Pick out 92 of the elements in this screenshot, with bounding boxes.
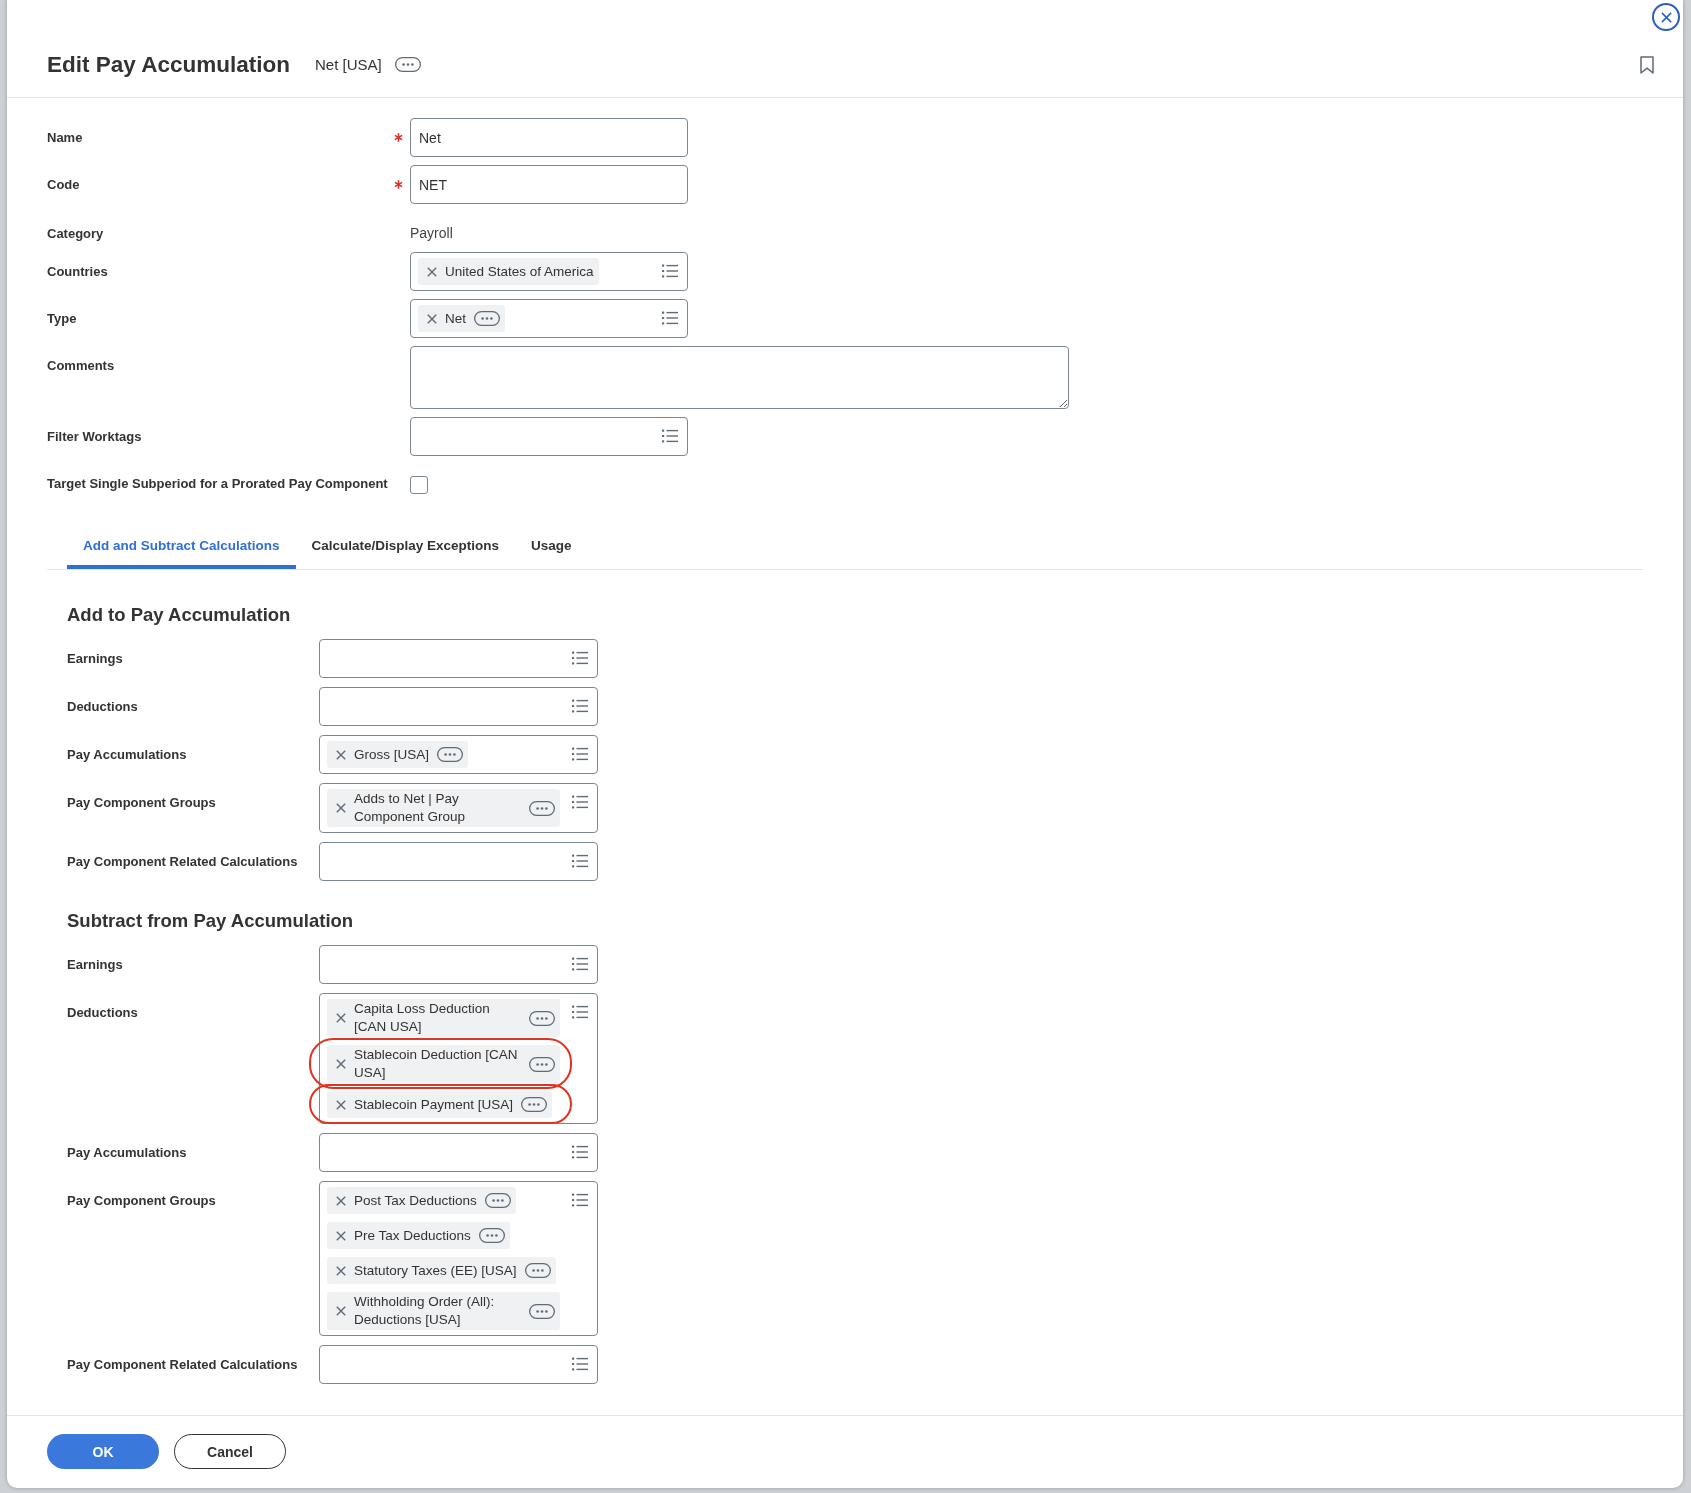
item-label: Post Tax Deductions <box>354 1191 477 1210</box>
item-label: Stablecoin Payment [USA] <box>354 1095 514 1114</box>
list-icon[interactable] <box>572 747 588 761</box>
list-icon[interactable] <box>572 795 588 809</box>
multiselect-field[interactable] <box>319 687 598 726</box>
close-icon[interactable] <box>1660 11 1672 23</box>
checkbox[interactable] <box>410 476 428 494</box>
more-icon[interactable] <box>521 1097 548 1112</box>
item-label: Pre Tax Deductions <box>354 1226 471 1245</box>
list-icon[interactable] <box>572 699 588 713</box>
more-icon[interactable] <box>474 311 500 326</box>
field-label: Earnings <box>67 650 124 668</box>
close-icon[interactable] <box>336 1230 346 1241</box>
item-label: Capita Loss Deduction [CAN USA] <box>354 1000 491 1036</box>
more-icon[interactable] <box>437 747 463 762</box>
cancel-button[interactable]: Cancel <box>174 1434 286 1469</box>
more-icon[interactable] <box>524 1263 551 1278</box>
field-label: Type <box>47 311 77 326</box>
more-icon[interactable] <box>529 1303 555 1319</box>
item-label: Statutory Taxes (EE) [USA] <box>354 1261 517 1280</box>
field-label: Pay Component Groups <box>67 1192 217 1210</box>
field-label: Countries <box>47 264 108 279</box>
multiselect-field[interactable] <box>319 1133 598 1172</box>
more-icon[interactable] <box>529 1056 555 1072</box>
multiselect-field[interactable]: United States of America <box>410 252 688 291</box>
list-icon[interactable] <box>572 957 588 971</box>
field-label: Pay Component Groups <box>67 794 217 812</box>
list-icon[interactable] <box>662 429 678 443</box>
list-icon[interactable] <box>572 1005 588 1019</box>
tab[interactable]: Add and Subtract Calculations <box>67 525 296 569</box>
bookmark-icon[interactable] <box>1640 55 1654 74</box>
comments-field[interactable] <box>410 346 1069 409</box>
field-label: Target Single Subperiod for a Prorated Pay Component <box>47 476 388 491</box>
multiselect-field[interactable] <box>410 417 688 456</box>
list-icon[interactable] <box>572 651 588 665</box>
item-label: United States of America <box>445 262 594 281</box>
field-value: Payroll <box>410 224 453 243</box>
field-label: Code <box>47 177 80 192</box>
field-label: Pay Component Related Calculations <box>67 1356 299 1374</box>
close-icon[interactable] <box>336 749 346 760</box>
close-icon[interactable] <box>336 1195 346 1206</box>
multiselect-field[interactable]: Post Tax Deductions Pre Tax Deductions Statutory Taxes (EE) [USA] Withholding Order (All): Deductions [USA] <box>319 1181 598 1336</box>
field-label: Pay Component Related Calculations <box>67 853 299 871</box>
close-icon[interactable] <box>336 1099 346 1110</box>
close-icon[interactable] <box>336 803 346 813</box>
close-icon[interactable] <box>336 1306 346 1316</box>
more-icon[interactable] <box>394 57 421 72</box>
multiselect-field[interactable] <box>319 1345 598 1384</box>
item-label: Adds to Net | Pay Component Group <box>354 790 467 826</box>
text-field[interactable]: Net <box>410 118 688 157</box>
more-icon[interactable] <box>484 1193 511 1208</box>
field-label: Pay Accumulations <box>67 746 188 764</box>
field-label: Deductions <box>67 698 139 716</box>
dialog-title: Edit Pay Accumulation <box>47 50 290 79</box>
multiselect-field[interactable] <box>319 639 598 678</box>
list-icon[interactable] <box>662 311 678 325</box>
ok-button[interactable]: OK <box>47 1434 159 1469</box>
item-label: Stablecoin Deduction [CAN USA] <box>354 1046 519 1082</box>
more-icon[interactable] <box>529 800 555 816</box>
section-heading: Subtract from Pay Accumulation <box>67 909 355 933</box>
section-heading: Add to Pay Accumulation <box>67 603 292 627</box>
item-label: Net <box>445 309 466 328</box>
field-label: Comments <box>47 358 115 373</box>
tab[interactable]: Usage <box>515 525 588 569</box>
field-label: Pay Accumulations <box>67 1144 188 1162</box>
list-icon[interactable] <box>572 1145 588 1159</box>
list-icon[interactable] <box>572 1193 588 1207</box>
field-label: Earnings <box>67 956 124 974</box>
field-label: Name <box>47 130 83 145</box>
close-icon[interactable] <box>336 1059 346 1069</box>
multiselect-field[interactable]: Adds to Net | Pay Component Group <box>319 783 598 833</box>
list-icon[interactable] <box>662 264 678 278</box>
multiselect-field[interactable] <box>319 945 598 984</box>
text-field[interactable]: NET <box>410 165 688 204</box>
multiselect-field[interactable]: Gross [USA] <box>319 735 598 774</box>
item-label: Withholding Order (All): Deductions [USA] <box>354 1293 496 1329</box>
close-icon[interactable] <box>427 266 437 277</box>
record-name: Net [USA] <box>314 54 382 75</box>
field-label: Filter Worktags <box>47 429 142 444</box>
field-label: Category <box>47 225 104 241</box>
more-icon[interactable] <box>529 1010 555 1026</box>
field-label: Deductions <box>67 1004 139 1022</box>
multiselect-field[interactable] <box>319 842 598 881</box>
close-icon[interactable] <box>427 313 437 324</box>
list-icon[interactable] <box>572 1357 588 1371</box>
close-icon[interactable] <box>336 1265 346 1276</box>
multiselect-field[interactable]: Net <box>410 299 688 338</box>
item-label: Gross [USA] <box>354 745 429 764</box>
list-icon[interactable] <box>572 854 588 868</box>
tab[interactable]: Calculate/Display Exceptions <box>295 525 516 569</box>
close-icon[interactable] <box>336 1013 346 1023</box>
more-icon[interactable] <box>478 1228 505 1243</box>
